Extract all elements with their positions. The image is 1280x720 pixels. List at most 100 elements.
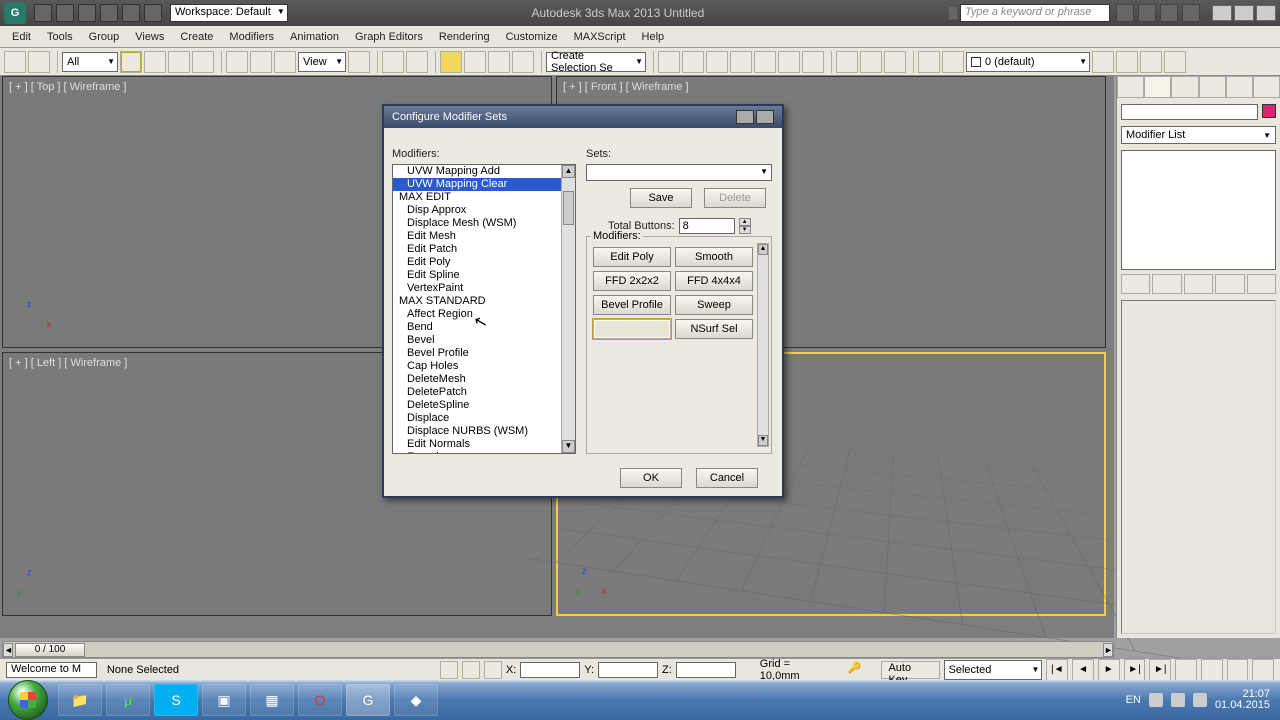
tray-network-icon[interactable]	[1171, 693, 1185, 707]
modifier-list-item[interactable]: Displace NURBS (WSM)	[393, 425, 561, 438]
exchange-icon[interactable]	[1138, 4, 1156, 22]
total-buttons-input[interactable]	[679, 218, 735, 234]
menu-group[interactable]: Group	[81, 29, 128, 45]
percent-snap-icon[interactable]	[488, 51, 510, 73]
menu-modifiers[interactable]: Modifiers	[221, 29, 282, 45]
select-icon[interactable]	[120, 51, 142, 73]
nav-zoom-icon[interactable]	[1201, 659, 1223, 681]
nav-zoom-ext-icon[interactable]	[1252, 659, 1274, 681]
graphite-icon[interactable]	[730, 51, 752, 73]
modifier-list-item[interactable]: DeleteMesh	[393, 373, 561, 386]
scroll-down-icon[interactable]: ▼	[758, 435, 768, 446]
isolate-icon[interactable]	[462, 661, 480, 679]
time-slider-thumb[interactable]: 0 / 100	[15, 643, 85, 657]
menu-customize[interactable]: Customize	[498, 29, 566, 45]
dialog-titlebar[interactable]: Configure Modifier Sets	[384, 106, 782, 128]
coord-y-input[interactable]	[598, 662, 658, 678]
redo-icon[interactable]	[122, 4, 140, 22]
script-listener[interactable]: Welcome to M	[6, 662, 97, 678]
favorites-icon[interactable]	[1160, 4, 1178, 22]
tray-clock[interactable]: 21:07 01.04.2015	[1215, 689, 1270, 711]
start-button[interactable]	[8, 680, 48, 720]
modifier-slot-nsurf-sel[interactable]: NSurf Sel	[675, 319, 753, 339]
modifier-slot-smooth[interactable]: Smooth	[675, 247, 753, 267]
tray-flag-icon[interactable]	[1149, 693, 1163, 707]
coord-z-input[interactable]	[676, 662, 736, 678]
dialog-minimize-icon[interactable]	[736, 110, 754, 124]
select-by-name-icon[interactable]	[144, 51, 166, 73]
layer-toolbar-icon[interactable]	[918, 51, 940, 73]
help-search-input[interactable]: Type a keyword or phrase	[960, 4, 1110, 22]
task-skype-icon[interactable]: S	[154, 684, 198, 716]
render-production-icon[interactable]	[884, 51, 906, 73]
menu-rendering[interactable]: Rendering	[431, 29, 498, 45]
snap-toggle-icon[interactable]	[440, 51, 462, 73]
ok-button[interactable]: OK	[620, 468, 682, 488]
keyboard-shortcut-icon[interactable]	[406, 51, 428, 73]
pivot-icon[interactable]	[348, 51, 370, 73]
open-file-icon[interactable]	[56, 4, 74, 22]
selection-filter-icon[interactable]	[4, 51, 26, 73]
modifier-list-item[interactable]: Extrude	[393, 451, 561, 453]
show-end-result-icon[interactable]	[1152, 274, 1181, 294]
modifier-list-item[interactable]: DeletePatch	[393, 386, 561, 399]
dialog-close-icon[interactable]	[756, 110, 774, 124]
scale-icon[interactable]	[274, 51, 296, 73]
undo-icon[interactable]	[100, 4, 118, 22]
menu-tools[interactable]: Tools	[39, 29, 81, 45]
spinner-snap-icon[interactable]	[512, 51, 534, 73]
schematic-view-icon[interactable]	[778, 51, 800, 73]
workspace-combo[interactable]: Workspace: Default	[170, 4, 288, 22]
layer-prop1-icon[interactable]	[1092, 51, 1114, 73]
sets-combo[interactable]	[586, 164, 772, 181]
remove-modifier-icon[interactable]	[1215, 274, 1244, 294]
modifier-slot-bevel-profile[interactable]: Bevel Profile	[593, 295, 671, 315]
cancel-button[interactable]: Cancel	[696, 468, 758, 488]
menu-maxscript[interactable]: MAXScript	[566, 29, 634, 45]
select-object-icon[interactable]	[28, 51, 50, 73]
render-setup-icon[interactable]	[836, 51, 858, 73]
modifier-list-item[interactable]: Affect Region	[393, 308, 561, 321]
task-3dsmax-icon[interactable]: G	[346, 684, 390, 716]
modifier-slot-ffd-4x4x4[interactable]: FFD 4x4x4	[675, 271, 753, 291]
modifier-list-item[interactable]: DeleteSpline	[393, 399, 561, 412]
window-crossing-icon[interactable]	[192, 51, 214, 73]
save-button[interactable]: Save	[630, 188, 692, 208]
layer-prop4-icon[interactable]	[1164, 51, 1186, 73]
group-scrollbar[interactable]: ▲ ▼	[757, 243, 769, 447]
coord-x-input[interactable]	[520, 662, 580, 678]
modifier-list-item[interactable]: MAX EDIT	[393, 191, 561, 204]
curve-editor-icon[interactable]	[754, 51, 776, 73]
timeline-next-icon[interactable]: ►	[1103, 643, 1113, 657]
angle-snap-icon[interactable]	[464, 51, 486, 73]
total-buttons-spinner[interactable]: ▲▼	[739, 218, 751, 234]
hierarchy-tab[interactable]	[1171, 76, 1198, 98]
new-file-icon[interactable]	[34, 4, 52, 22]
help-icon[interactable]	[1182, 4, 1200, 22]
modifier-list-item[interactable]: Edit Mesh	[393, 230, 561, 243]
utilities-tab[interactable]	[1253, 76, 1280, 98]
subscription-icon[interactable]	[1116, 4, 1134, 22]
move-icon[interactable]	[226, 51, 248, 73]
modifier-slot-edit-poly[interactable]: Edit Poly	[593, 247, 671, 267]
scroll-thumb[interactable]	[563, 191, 574, 225]
listbox-scrollbar[interactable]: ▲ ▼	[561, 165, 575, 453]
maximize-button[interactable]	[1234, 5, 1254, 21]
save-file-icon[interactable]	[78, 4, 96, 22]
task-utorrent-icon[interactable]: μ	[106, 684, 150, 716]
menu-create[interactable]: Create	[172, 29, 221, 45]
modifier-list-item[interactable]: Edit Normals	[393, 438, 561, 451]
mirror-icon[interactable]	[658, 51, 680, 73]
modifier-stack[interactable]	[1121, 150, 1276, 270]
project-icon[interactable]	[144, 4, 162, 22]
menu-edit[interactable]: Edit	[4, 29, 39, 45]
modifier-list-item[interactable]: Disp Approx	[393, 204, 561, 217]
keyfilter-target-combo[interactable]: Selected	[944, 660, 1043, 680]
motion-tab[interactable]	[1199, 76, 1226, 98]
selection-lock-icon[interactable]	[484, 661, 502, 679]
layer-prop3-icon[interactable]	[1140, 51, 1162, 73]
material-editor-icon[interactable]	[802, 51, 824, 73]
tray-volume-icon[interactable]	[1193, 693, 1207, 707]
display-tab[interactable]	[1226, 76, 1253, 98]
modifier-list-item[interactable]: Cap Holes	[393, 360, 561, 373]
